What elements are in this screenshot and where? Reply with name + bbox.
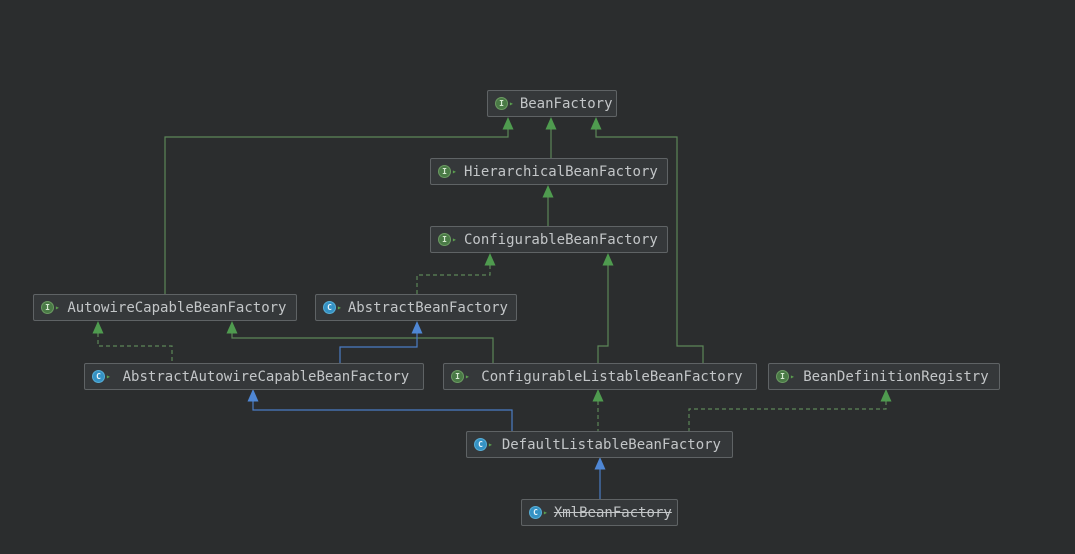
class-icon: C ▸: [92, 370, 111, 383]
class-node-label: BeanFactory: [519, 95, 613, 112]
class-node-label: AutowireCapableBeanFactory: [67, 299, 287, 316]
interface-icon: I ▸: [438, 165, 457, 178]
class-node-label: DefaultListableBeanFactory: [501, 436, 721, 453]
edge-defaultlistablebeanfactory-implements-configurablelistablebeanfactory: [592, 389, 604, 431]
edge-configurablelistablebeanfactory-extends-autowirecapablebeanfactory: [226, 321, 494, 363]
icon-modifier-arrow: ▸: [55, 302, 60, 312]
edge-xmlbeanfactory-extends-defaultlistablebeanfactory: [594, 457, 606, 499]
icon-modifier-arrow: ▸: [488, 439, 493, 449]
class-node-abstractbeanfactory[interactable]: C ▸ AbstractBeanFactory: [315, 294, 517, 321]
diagram-canvas: I ▸ BeanFactory I ▸ HierarchicalBeanFactor…: [0, 0, 1075, 554]
icon-modifier-arrow: ▸: [452, 166, 457, 176]
class-node-configurablelistablebeanfactory[interactable]: I ▸ ConfigurableListableBeanFactory: [443, 363, 757, 390]
edge-abstractautowirecapablebeanfactory-implements-autowirecapablebeanfactory: [92, 321, 173, 363]
class-node-configurablebeanfactory[interactable]: I ▸ ConfigurableBeanFactory: [430, 226, 668, 253]
class-node-label: XmlBeanFactory: [553, 504, 672, 521]
icon-modifier-arrow: ▸: [509, 98, 514, 108]
interface-icon: I ▸: [451, 370, 470, 383]
icon-modifier-arrow: ▸: [452, 234, 457, 244]
class-node-label: AbstractBeanFactory: [347, 299, 508, 316]
class-icon: C ▸: [474, 438, 493, 451]
icon-modifier-arrow: ▸: [106, 371, 111, 381]
edge-configurablelistablebeanfactory-extends-configurablebeanfactory: [597, 253, 614, 363]
class-node-label: ConfigurableBeanFactory: [463, 231, 658, 248]
edge-defaultlistablebeanfactory-implements-beandefinitionregistry: [688, 389, 892, 431]
class-node-label: BeanDefinitionRegistry: [803, 368, 989, 385]
class-node-autowirecapablebeanfactory[interactable]: I ▸ AutowireCapableBeanFactory: [33, 294, 297, 321]
class-node-abstractautowirecapablebeanfactory[interactable]: C ▸ AbstractAutowireCapableBeanFactory: [84, 363, 424, 390]
class-node-label: ConfigurableListableBeanFactory: [481, 368, 743, 385]
class-node-label: AbstractAutowireCapableBeanFactory: [122, 368, 410, 385]
interface-icon: I ▸: [776, 370, 795, 383]
edge-defaultlistablebeanfactory-extends-abstractautowirecapablebeanfactory: [247, 389, 513, 431]
class-node-xmlbeanfactory[interactable]: C ▸ XmlBeanFactory: [521, 499, 678, 526]
edge-hierarchicalbeanfactory-extends-beanfactory: [545, 117, 557, 158]
class-node-label: HierarchicalBeanFactory: [463, 163, 658, 180]
icon-modifier-arrow: ▸: [465, 371, 470, 381]
class-node-beandefinitionregistry[interactable]: I ▸ BeanDefinitionRegistry: [768, 363, 1000, 390]
class-node-hierarchicalbeanfactory[interactable]: I ▸ HierarchicalBeanFactory: [430, 158, 668, 185]
interface-icon: I ▸: [495, 97, 514, 110]
icon-modifier-arrow: ▸: [790, 371, 795, 381]
edge-configurablebeanfactory-extends-hierarchicalbeanfactory: [542, 185, 554, 226]
class-icon: C ▸: [529, 506, 548, 519]
edges-layer: [92, 117, 892, 499]
edge-autowirecapablebeanfactory-extends-beanfactory: [164, 117, 514, 294]
edge-abstractbeanfactory-implements-configurablebeanfactory: [416, 253, 496, 294]
class-node-defaultlistablebeanfactory[interactable]: C ▸ DefaultListableBeanFactory: [466, 431, 733, 458]
interface-icon: I ▸: [41, 301, 60, 314]
interface-icon: I ▸: [438, 233, 457, 246]
class-node-beanfactory[interactable]: I ▸ BeanFactory: [487, 90, 617, 117]
icon-modifier-arrow: ▸: [337, 302, 342, 312]
icon-modifier-arrow: ▸: [543, 507, 548, 517]
edge-abstractautowirecapablebeanfactory-extends-abstractbeanfactory: [339, 321, 423, 363]
class-icon: C ▸: [323, 301, 342, 314]
